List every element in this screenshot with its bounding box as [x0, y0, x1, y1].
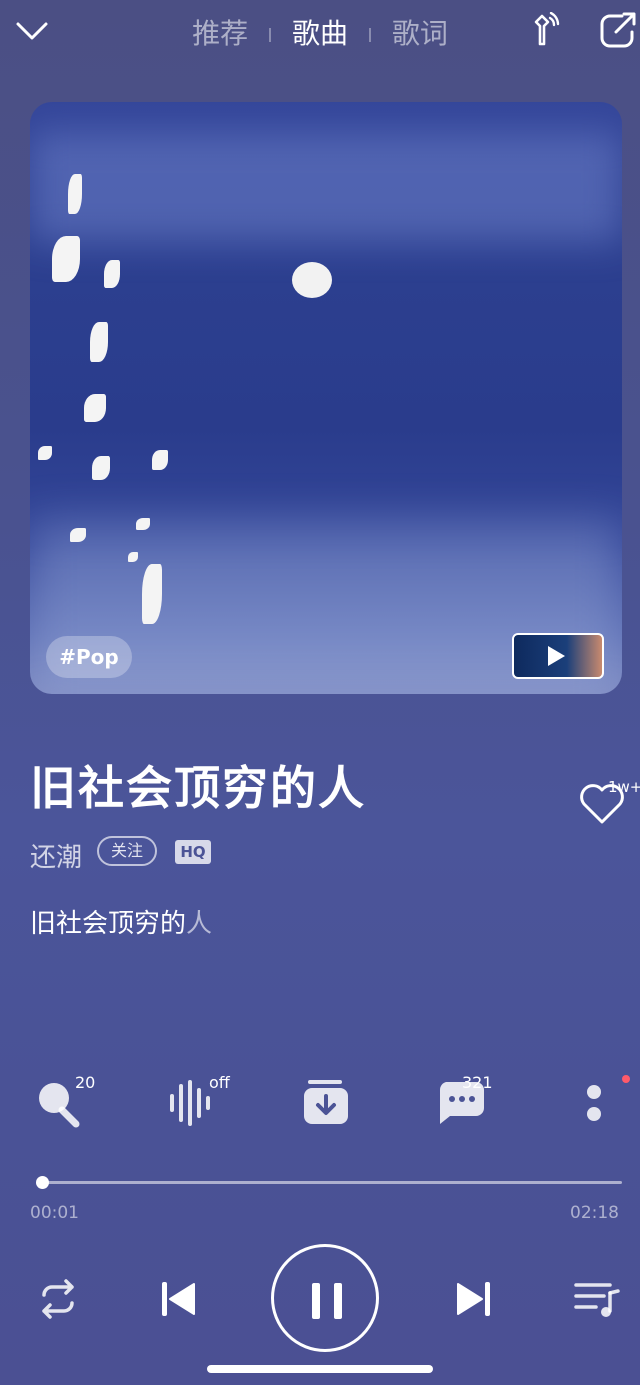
- current-time: 00:01: [30, 1203, 79, 1223]
- pause-icon: [334, 1283, 342, 1319]
- cover-flake: [70, 528, 86, 542]
- mv-preview-button[interactable]: [512, 633, 604, 679]
- progress-bar[interactable]: [38, 1181, 622, 1184]
- lyric-sung: 旧社会顶穷的: [30, 909, 187, 939]
- share-icon[interactable]: [600, 12, 636, 48]
- cover-flake: [104, 260, 120, 288]
- sound-effect-state: off: [209, 1073, 230, 1092]
- tab-separator: [368, 28, 371, 42]
- comment-count: 321: [462, 1073, 493, 1092]
- notification-dot: [622, 1075, 630, 1083]
- cover-flake: [68, 174, 82, 214]
- repeat-icon[interactable]: [36, 1279, 80, 1319]
- artist-name[interactable]: 还潮: [30, 837, 82, 874]
- cover-flake: [90, 322, 108, 362]
- cover-flake: [84, 394, 106, 422]
- tab-song[interactable]: 歌曲: [292, 12, 348, 52]
- album-cover[interactable]: [30, 102, 622, 694]
- cover-flake: [92, 456, 110, 480]
- sing-count: 20: [75, 1073, 96, 1092]
- cover-flake: [52, 236, 80, 282]
- progress-knob[interactable]: [35, 1176, 49, 1189]
- total-time: 02:18: [570, 1203, 619, 1223]
- follow-button[interactable]: 关注: [97, 836, 157, 866]
- download-icon[interactable]: [302, 1078, 358, 1128]
- top-bar: 推荐 歌曲 歌词: [0, 0, 640, 64]
- genre-tag[interactable]: #Pop: [46, 636, 132, 678]
- home-indicator[interactable]: [207, 1365, 433, 1373]
- broadcast-tower-icon[interactable]: [524, 12, 560, 48]
- current-lyric[interactable]: 旧社会顶穷的人: [30, 903, 212, 940]
- cover-moon: [292, 262, 332, 298]
- song-title: 旧社会顶穷的人: [30, 761, 366, 815]
- quality-badge[interactable]: HQ: [175, 840, 211, 864]
- playlist-icon[interactable]: [574, 1279, 620, 1319]
- cover-flake: [136, 518, 150, 530]
- pause-button[interactable]: [271, 1244, 379, 1352]
- cover-flake: [142, 564, 162, 624]
- next-track-icon[interactable]: [456, 1280, 492, 1318]
- tab-lyrics[interactable]: 歌词: [392, 12, 448, 52]
- heart-icon[interactable]: [578, 782, 626, 826]
- cover-texture: [30, 132, 622, 242]
- tab-recommend[interactable]: 推荐: [192, 12, 248, 52]
- cover-flake: [128, 552, 138, 562]
- lyric-unsung: 人: [186, 909, 213, 939]
- pause-icon: [312, 1283, 320, 1319]
- tab-separator: [269, 28, 272, 42]
- cover-flake: [38, 446, 52, 460]
- more-options-icon[interactable]: [570, 1078, 626, 1128]
- cover-flake: [152, 450, 168, 470]
- play-icon: [548, 646, 565, 666]
- previous-track-icon[interactable]: [160, 1280, 196, 1318]
